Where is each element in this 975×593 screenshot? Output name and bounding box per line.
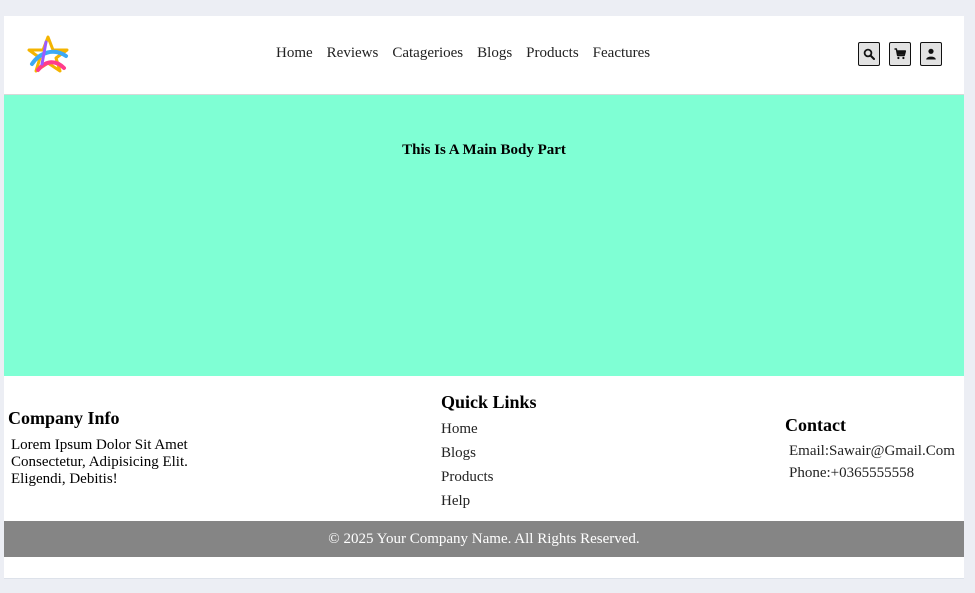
user-button[interactable] [920, 42, 942, 66]
contact-phone: Phone:+0365555558 [789, 465, 915, 481]
company-info-line: Lorem Ipsum Dolor Sit Amet [11, 437, 188, 453]
quick-links-heading: Quick Links [441, 392, 537, 412]
nav-blogs[interactable]: Blogs [477, 45, 512, 62]
company-info-line: Eligendi, Debitis! [11, 471, 118, 487]
contact-email: Email:Sawair@Gmail.Com [789, 443, 955, 459]
nav-feactures[interactable]: Feactures [593, 45, 650, 62]
contact-heading: Contact [785, 415, 846, 435]
user-icon [926, 48, 936, 60]
page-frame: Home Reviews Catagerioes Blogs Products … [4, 16, 964, 579]
search-button[interactable] [858, 42, 880, 66]
footer-link-products[interactable]: Products [441, 465, 537, 489]
main-nav: Home Reviews Catagerioes Blogs Products … [276, 45, 664, 62]
company-info-line: Consectetur, Adipisicing Elit. [11, 454, 188, 470]
nav-catagerioes[interactable]: Catagerioes [392, 45, 463, 62]
nav-home[interactable]: Home [276, 45, 313, 62]
cart-icon [894, 48, 906, 60]
footer-link-blogs[interactable]: Blogs [441, 441, 537, 465]
footer-link-home[interactable]: Home [441, 417, 537, 441]
copyright-bar: © 2025 Your Company Name. All Rights Res… [4, 521, 964, 557]
header-actions [858, 42, 951, 66]
site-footer: Company Info Lorem Ipsum Dolor Sit Amet … [4, 376, 964, 521]
company-info-column: Company Info Lorem Ipsum Dolor Sit Amet … [8, 408, 228, 488]
nav-products[interactable]: Products [526, 45, 579, 62]
site-header: Home Reviews Catagerioes Blogs Products … [4, 16, 964, 95]
footer-link-help[interactable]: Help [441, 489, 537, 513]
company-info-text: Lorem Ipsum Dolor Sit Amet Consectetur, … [11, 437, 228, 488]
main-body: This Is A Main Body Part [4, 95, 964, 376]
star-swoosh-logo-icon[interactable] [26, 34, 70, 74]
quick-links-column: Quick Links Home Blogs Products Help [441, 392, 537, 513]
main-body-title: This Is A Main Body Part [402, 142, 566, 158]
company-info-heading: Company Info [8, 408, 120, 428]
cart-button[interactable] [889, 42, 911, 66]
nav-reviews[interactable]: Reviews [327, 45, 379, 62]
contact-column: Contact Email:Sawair@Gmail.Com Phone:+03… [785, 415, 955, 484]
search-icon [863, 48, 875, 60]
